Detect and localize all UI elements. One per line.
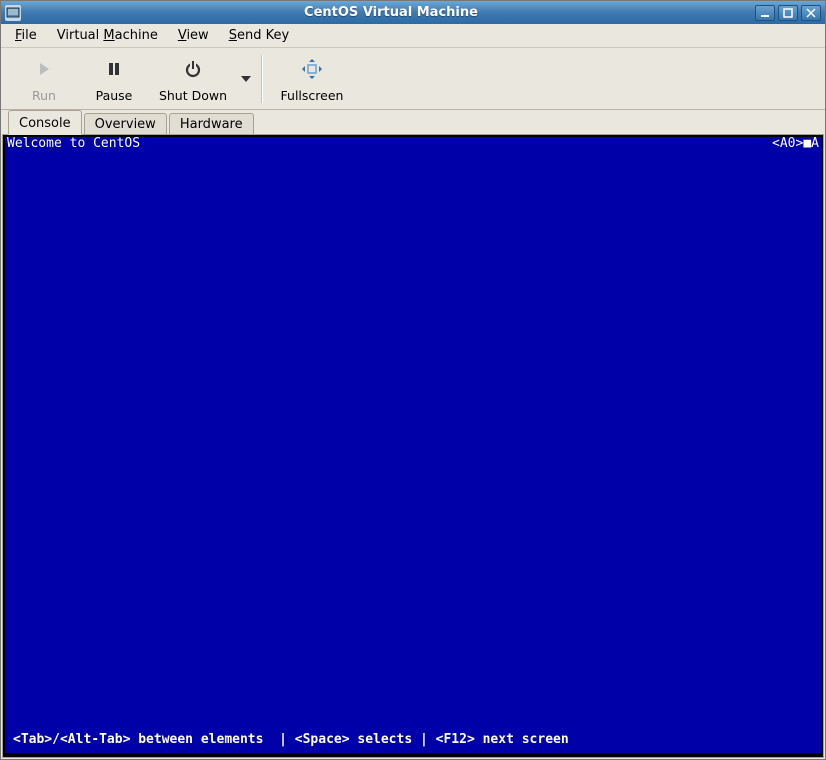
run-button: Run <box>9 52 79 105</box>
pause-label: Pause <box>96 88 133 103</box>
play-icon <box>36 56 52 82</box>
menu-file[interactable]: File <box>7 26 45 45</box>
menu-send-key[interactable]: Send Key <box>221 26 297 45</box>
tab-hardware[interactable]: Hardware <box>169 113 254 135</box>
tab-console[interactable]: Console <box>8 110 82 135</box>
titlebar[interactable]: CentOS Virtual Machine <box>1 1 825 24</box>
maximize-button[interactable] <box>778 5 798 21</box>
fullscreen-label: Fullscreen <box>281 88 344 103</box>
vm-window: CentOS Virtual Machine File Virtual Mach… <box>0 0 826 760</box>
toolbar-separator <box>261 55 263 103</box>
menubar: File Virtual Machine View Send Key <box>1 24 825 48</box>
shutdown-dropdown-arrow[interactable] <box>237 52 255 106</box>
pause-button[interactable]: Pause <box>79 52 149 105</box>
console-screen[interactable]: Welcome to CentOS <A0>■A <Tab>/<Alt-Tab>… <box>5 137 821 755</box>
window-controls <box>755 5 821 21</box>
console-welcome-text: Welcome to CentOS <box>7 137 140 151</box>
menu-virtual-machine[interactable]: Virtual Machine <box>49 26 166 45</box>
console-top-right-text: <A0>■A <box>772 137 819 151</box>
console-help-text: <Tab>/<Alt-Tab> between elements | <Spac… <box>5 732 821 747</box>
power-icon <box>184 56 202 82</box>
app-icon <box>5 5 21 21</box>
close-button[interactable] <box>801 5 821 21</box>
console-panel[interactable]: Welcome to CentOS <A0>■A <Tab>/<Alt-Tab>… <box>2 134 824 758</box>
shutdown-button[interactable]: Shut Down <box>149 52 237 105</box>
pause-icon <box>106 56 122 82</box>
tab-strip: Console Overview Hardware <box>2 110 824 134</box>
fullscreen-icon <box>301 56 323 82</box>
tab-overview[interactable]: Overview <box>84 113 167 135</box>
minimize-button[interactable] <box>755 5 775 21</box>
toolbar: Run Pause Shut Down <box>1 48 825 110</box>
tab-area: Console Overview Hardware Welcome to Cen… <box>1 110 825 759</box>
window-title: CentOS Virtual Machine <box>27 5 755 20</box>
run-label: Run <box>32 88 56 103</box>
shutdown-label: Shut Down <box>159 88 227 103</box>
fullscreen-button[interactable]: Fullscreen <box>269 52 355 105</box>
menu-view[interactable]: View <box>170 26 217 45</box>
